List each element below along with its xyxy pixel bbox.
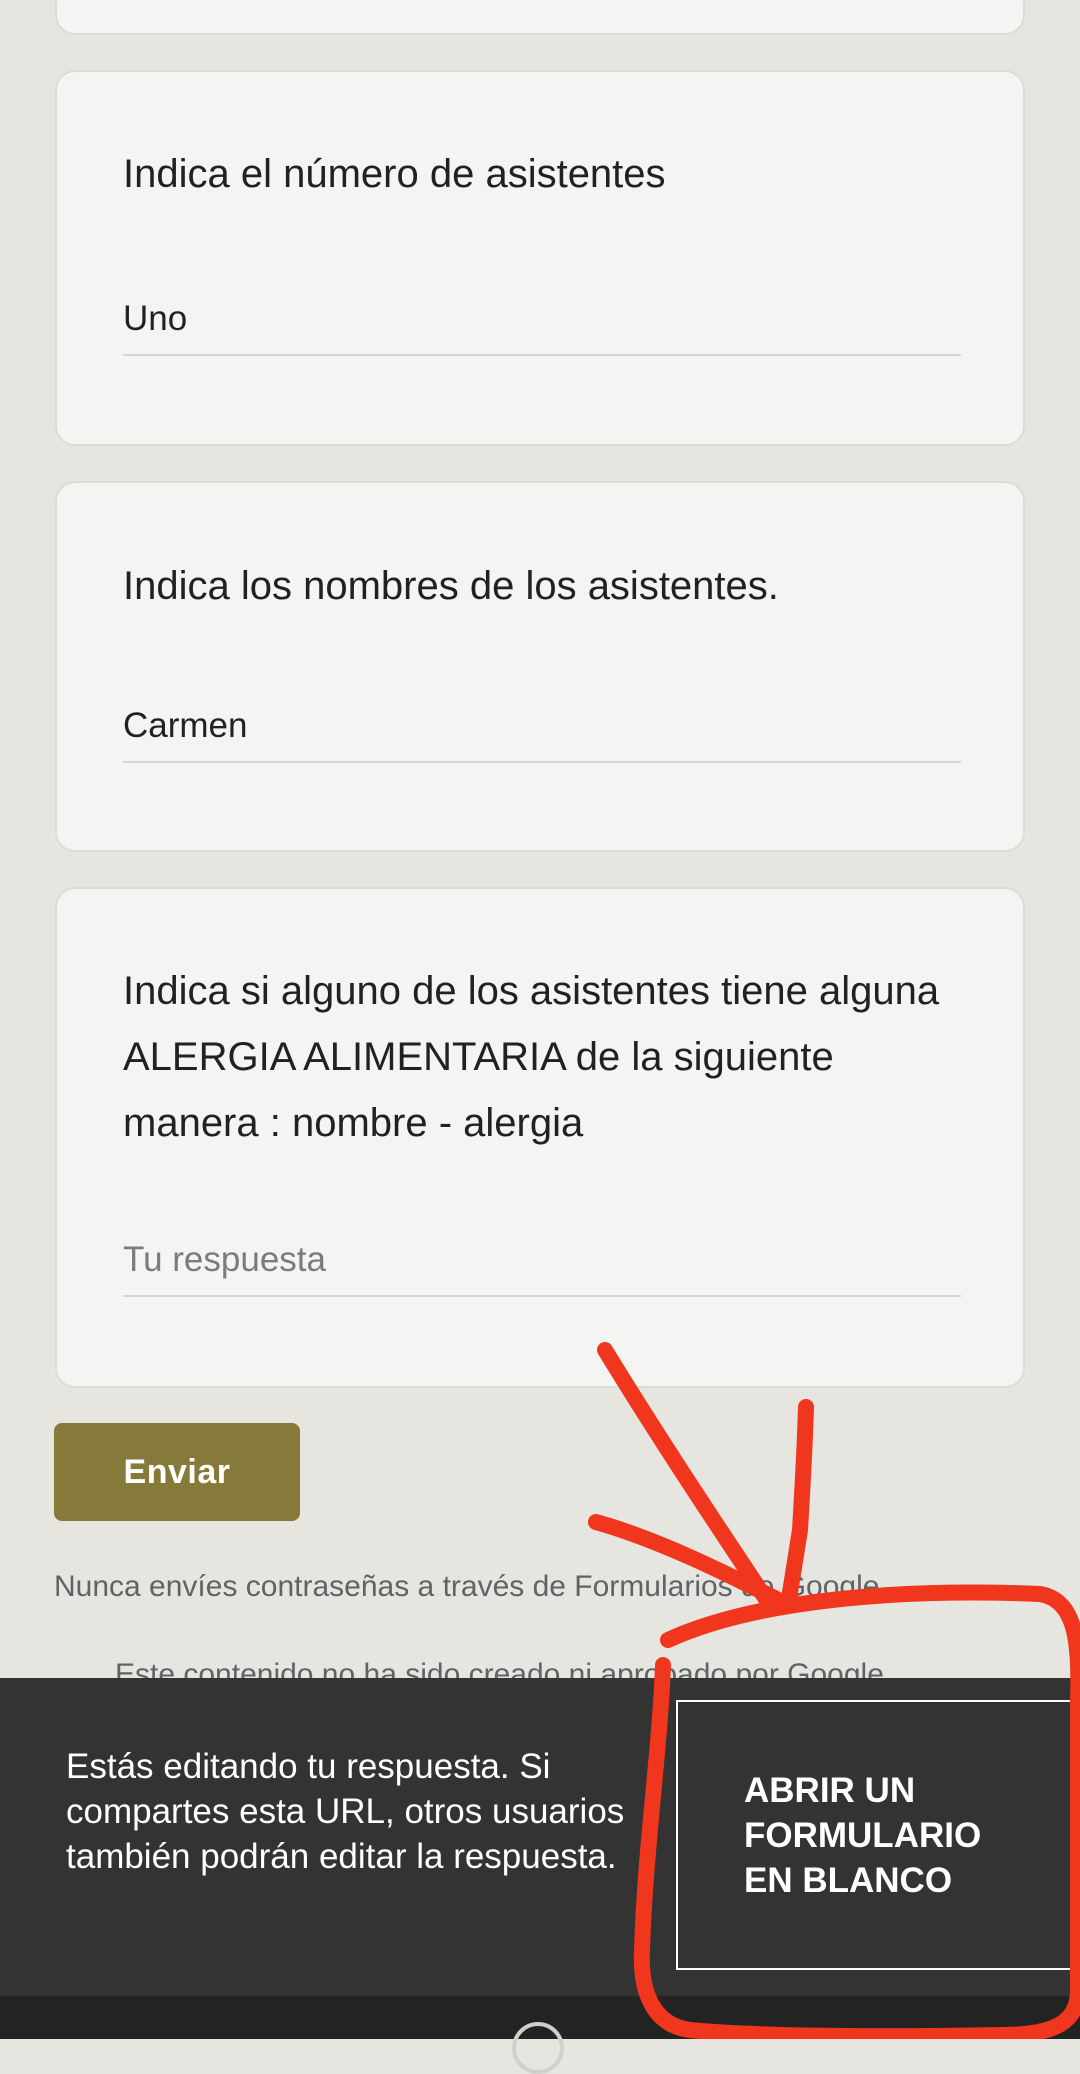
question-card-attendee-names: Indica los nombres de los asistentes. Ca… — [55, 481, 1025, 852]
food-allergy-input[interactable]: Tu respuesta — [123, 1235, 961, 1297]
system-navigation-bar — [0, 1996, 1080, 2074]
edit-response-snackbar: Estás editando tu respuesta. Si comparte… — [0, 1678, 1080, 1996]
question-card-attendee-count: Indica el número de asistentes Uno — [55, 70, 1025, 446]
question-title: Indica los nombres de los asistentes. — [123, 564, 779, 608]
open-blank-form-label: ABRIR UN FORMULARIO EN BLANCO — [744, 1770, 982, 1900]
home-icon[interactable] — [512, 2022, 564, 2074]
annotation-arrow-shaft — [597, 1342, 778, 1613]
question-card-food-allergy: Indica si alguno de los asistentes tiene… — [55, 887, 1025, 1388]
attendee-names-input[interactable]: Carmen — [123, 701, 961, 763]
snackbar-message: Estás editando tu respuesta. Si comparte… — [66, 1747, 625, 1876]
attendee-count-input[interactable]: Uno — [123, 294, 961, 356]
question-title: Indica si alguno de los asistentes tiene… — [123, 969, 940, 1145]
previous-question-card — [55, 0, 1025, 35]
open-blank-form-button[interactable]: ABRIR UN FORMULARIO EN BLANCO — [676, 1700, 1080, 1970]
password-warning: Nunca envíes contraseñas a través de For… — [54, 1570, 888, 1603]
question-title: Indica el número de asistentes — [123, 152, 666, 196]
submit-button[interactable]: Enviar — [54, 1423, 300, 1521]
